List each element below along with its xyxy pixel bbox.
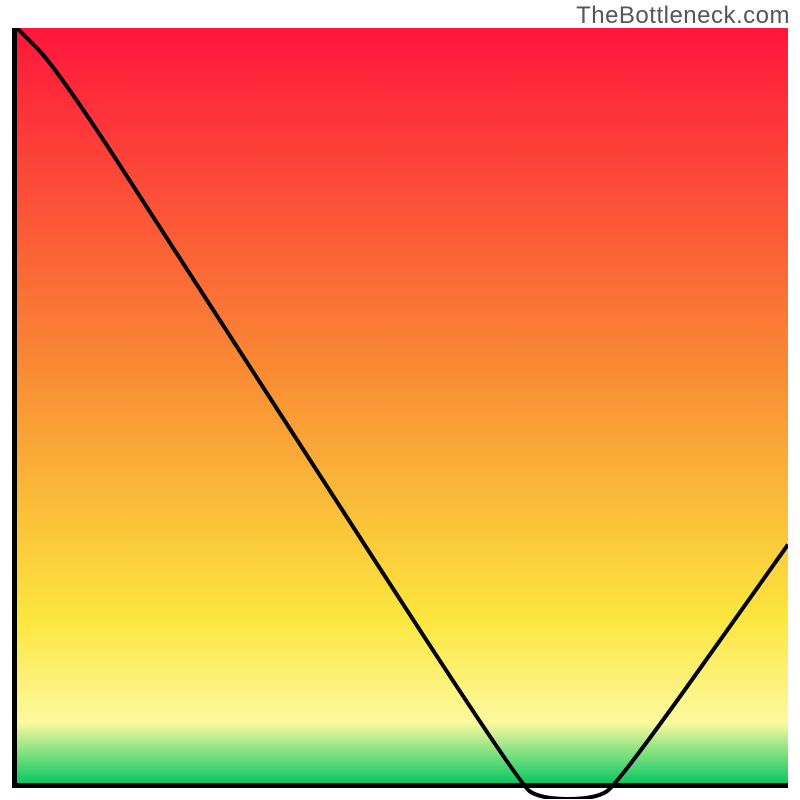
bottleneck-chart: TheBottleneck.com [0, 0, 800, 800]
plot-area [12, 28, 788, 788]
curve-path [17, 28, 788, 799]
curve-line [17, 28, 788, 799]
optimal-marker [541, 771, 603, 785]
watermark-label: TheBottleneck.com [576, 2, 790, 30]
